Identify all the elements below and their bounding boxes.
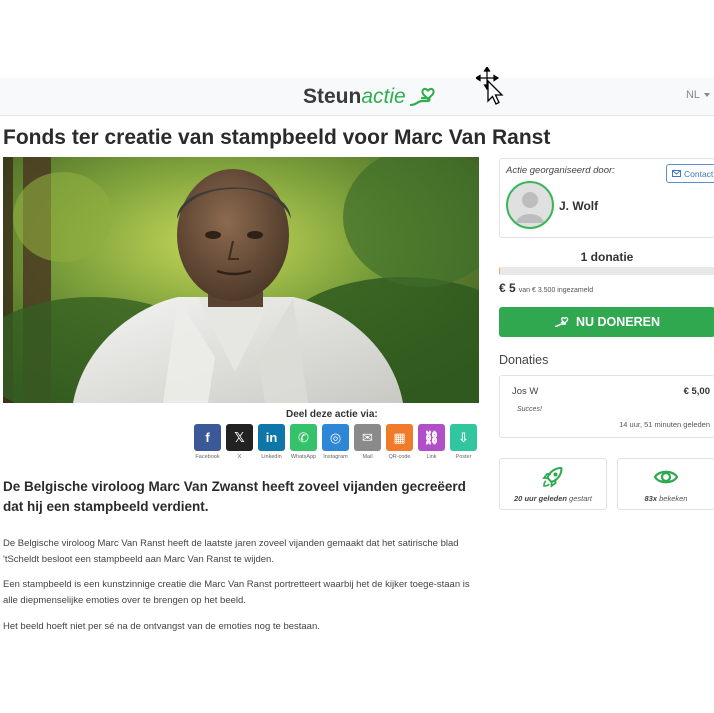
started-suffix: gestart xyxy=(569,494,592,503)
share-buttons: f Facebook 𝕏 Xin Linkedin ✆ WhatsApp ◎ Instagram… xyxy=(193,424,478,460)
facebook-icon: f xyxy=(194,424,221,451)
started-stat-card: 20 uur geleden gestart xyxy=(499,458,607,510)
views-text: 83x bekeken xyxy=(618,494,714,503)
organizer-card: Actie georganiseerd door: Contact J. Wol… xyxy=(499,158,714,238)
instagram-icon: ◎ xyxy=(322,424,349,451)
share-caption: Poster xyxy=(455,454,472,460)
share-caption: Mail xyxy=(362,454,373,460)
views-suffix: bekeken xyxy=(659,494,688,503)
poster-icon: ⇩ xyxy=(450,424,477,451)
views-value: 83x xyxy=(644,494,658,503)
share-instagram-button[interactable]: ◎ Instagram xyxy=(321,424,350,460)
share-qr-code-button[interactable]: ▦ QR-code xyxy=(385,424,414,460)
avatar[interactable] xyxy=(506,181,554,229)
share-caption: QR-code xyxy=(388,454,411,460)
share-caption: WhatsApp xyxy=(290,454,317,460)
funding-progress-bar xyxy=(499,267,714,275)
raised-suffix: van € 3.500 ingezameld xyxy=(518,287,594,294)
campaign-lead: De Belgische viroloog Marc Van Zwanst he… xyxy=(3,479,466,514)
donations-title: Donaties xyxy=(499,353,549,367)
donate-button[interactable]: NU DONEREN xyxy=(499,307,714,337)
language-selector[interactable]: NL xyxy=(686,89,710,101)
page-title: Fonds ter creatie van stampbeeld voor Ma… xyxy=(3,126,551,149)
rocket-icon xyxy=(542,466,563,488)
mail-icon xyxy=(672,170,681,177)
eye-icon xyxy=(653,470,679,484)
share-whatsapp-button[interactable]: ✆ WhatsApp xyxy=(289,424,318,460)
share-x-button[interactable]: 𝕏X xyxy=(225,424,254,460)
donor-name: Jos W xyxy=(512,386,539,397)
share-facebook-button[interactable]: f Facebook xyxy=(193,424,222,460)
organizer-name[interactable]: J. Wolf xyxy=(559,199,598,213)
donation-amount: € 5,00 xyxy=(683,386,710,397)
steunactie-logo[interactable]: Steun actie xyxy=(303,82,438,112)
qr-code-icon: ▦ xyxy=(386,424,413,451)
campaign-paragraph: Een stampbeeld is een kunstzinnige creat… xyxy=(3,579,470,606)
share-linkedin-button[interactable]: in Linkedin xyxy=(257,424,286,460)
funding-progress-fill xyxy=(499,267,501,275)
donation-time: 14 uur, 51 minuten geleden xyxy=(619,420,710,429)
whatsapp-icon: ✆ xyxy=(290,424,317,451)
share-caption: Link xyxy=(426,454,437,460)
linkedin-icon: in xyxy=(258,424,285,451)
campaign-paragraph: Het beeld hoeft niet per sé na de ontvan… xyxy=(3,621,320,632)
raised-summary: € 5 van € 3.500 ingezameld xyxy=(499,281,593,295)
started-text: 20 uur geleden gestart xyxy=(500,494,606,503)
logo-text-actie: actie xyxy=(361,85,406,108)
logo-text-steun: Steun xyxy=(303,85,362,108)
share-mail-button[interactable]: ✉ Mail xyxy=(353,424,382,460)
x-icon: 𝕏 xyxy=(226,424,253,451)
share-caption: Linkedin xyxy=(261,454,282,460)
contact-button[interactable]: Contact xyxy=(666,164,714,183)
share-caption: Facebook xyxy=(195,454,220,460)
raised-amount: € 5 xyxy=(499,281,516,295)
user-placeholder-icon xyxy=(516,192,544,223)
donate-label: NU DONEREN xyxy=(575,315,661,329)
views-stat-card: 83x bekeken xyxy=(617,458,714,510)
share-caption: Instagram xyxy=(323,454,348,460)
share-link-button[interactable]: ⛓ Link xyxy=(417,424,446,460)
share-caption: X xyxy=(237,454,242,460)
donation-message: Succes! xyxy=(517,406,542,413)
started-value: 20 uur geleden xyxy=(514,494,567,503)
top-navbar: Steun actie NL xyxy=(0,78,714,116)
contact-label: Contact xyxy=(684,168,714,179)
hand-heart-icon xyxy=(409,87,435,107)
link-icon: ⛓ xyxy=(418,424,445,451)
share-label: Deel deze actie via: xyxy=(286,409,378,420)
donation-item: Jos W € 5,00 Succes! 14 uur, 51 minuten … xyxy=(499,375,714,438)
move-cursor-icon xyxy=(476,67,504,105)
campaign-paragraph: De Belgische viroloog Marc Van Ranst hee… xyxy=(3,538,459,565)
share-poster-button[interactable]: ⇩ Poster xyxy=(449,424,478,460)
hand-heart-icon xyxy=(554,317,569,327)
donation-count: 1 donatie xyxy=(580,250,634,264)
organizer-label: Actie georganiseerd door: xyxy=(506,165,615,176)
mail-icon: ✉ xyxy=(354,424,381,451)
campaign-photo xyxy=(3,157,479,403)
